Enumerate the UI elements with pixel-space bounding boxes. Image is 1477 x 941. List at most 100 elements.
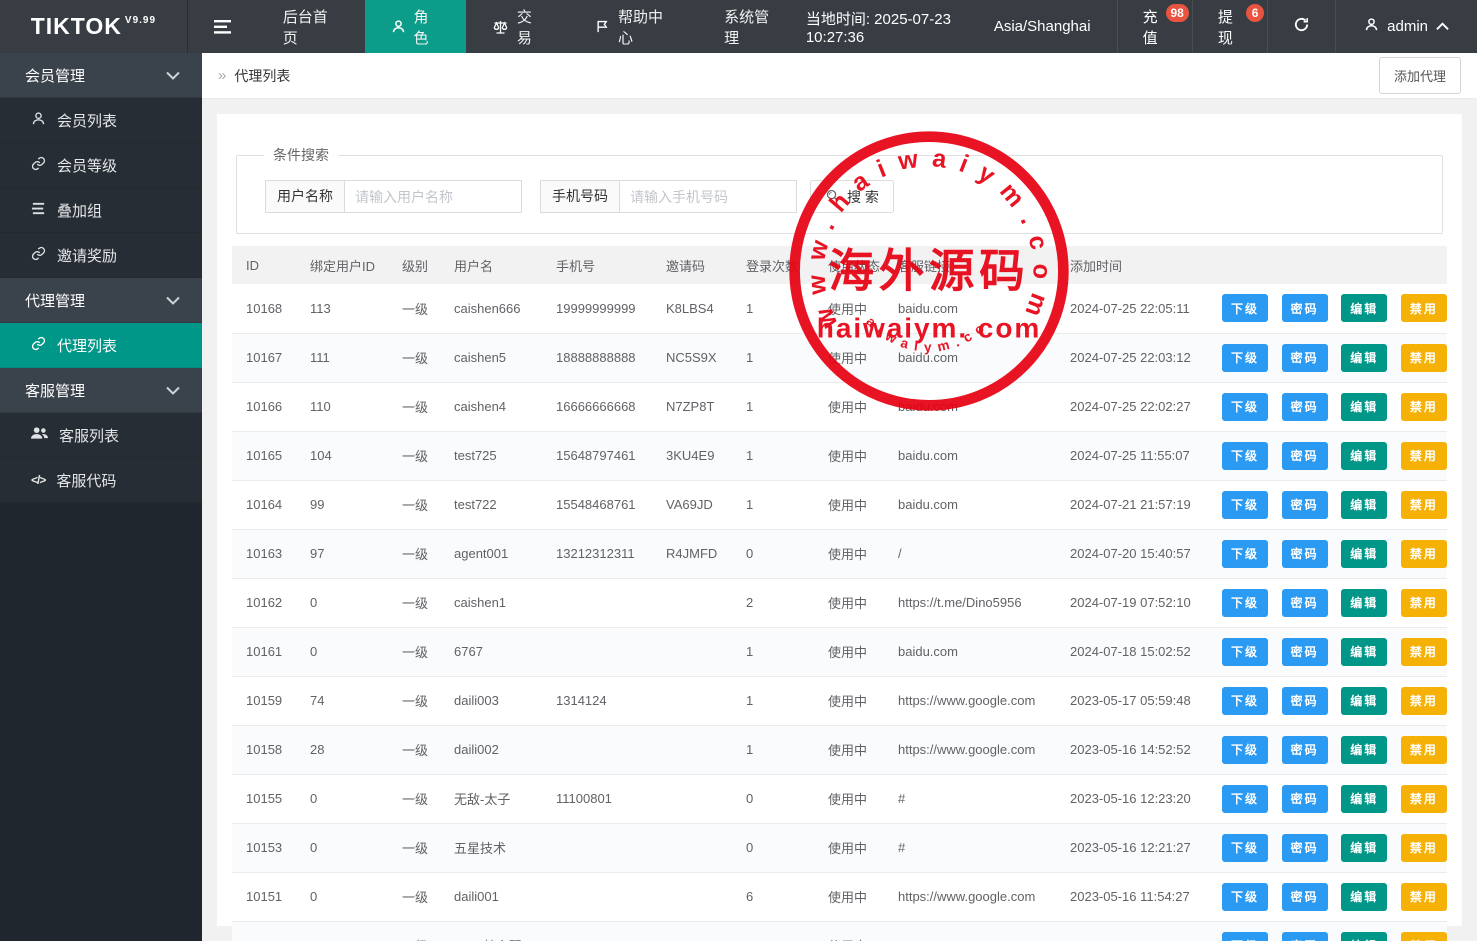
cell-created-at: 2024-07-25 22:03:12: [1056, 333, 1208, 383]
cell-id: 10165: [232, 431, 296, 481]
sub-agent-button[interactable]: 下级: [1222, 588, 1268, 617]
recharge-button[interactable]: 充值 98: [1116, 0, 1192, 53]
disable-button[interactable]: 禁用: [1400, 686, 1447, 715]
password-button[interactable]: 密码: [1281, 686, 1328, 715]
edit-button[interactable]: 编辑: [1341, 637, 1388, 666]
disable-button[interactable]: 禁用: [1400, 784, 1447, 813]
password-button[interactable]: 密码: [1281, 931, 1328, 941]
password-button[interactable]: 密码: [1281, 441, 1328, 470]
edit-button[interactable]: 编辑: [1341, 539, 1388, 568]
disable-button[interactable]: 禁用: [1400, 343, 1447, 372]
edit-button[interactable]: 编辑: [1341, 392, 1388, 421]
chevron-down-icon: [166, 67, 180, 84]
cell-bind-user-id: 0: [296, 578, 388, 628]
edit-button[interactable]: 编辑: [1341, 294, 1388, 323]
password-button[interactable]: 密码: [1281, 735, 1328, 764]
sidebar-item-label: 叠加组: [57, 202, 103, 220]
username-input[interactable]: [344, 180, 522, 213]
sub-agent-button[interactable]: 下级: [1222, 931, 1268, 941]
sub-agent-button[interactable]: 下级: [1222, 784, 1268, 813]
edit-button[interactable]: 编辑: [1341, 931, 1388, 941]
sidebar-item-service-code[interactable]: </> 客服代码: [0, 458, 202, 503]
sidebar-group-members[interactable]: 会员管理: [0, 53, 202, 98]
agent-list-card: 条件搜索 用户名称 手机号码 搜 索: [217, 114, 1462, 941]
phone-input[interactable]: [619, 180, 797, 213]
sub-agent-button[interactable]: 下级: [1222, 441, 1268, 470]
password-button[interactable]: 密码: [1281, 490, 1328, 519]
disable-button[interactable]: 禁用: [1400, 735, 1447, 764]
disable-button[interactable]: 禁用: [1400, 833, 1447, 862]
edit-button[interactable]: 编辑: [1341, 735, 1388, 764]
cell-service-link: https://www.google.com: [884, 872, 1056, 922]
cell-username: daili001: [440, 872, 542, 922]
disable-button[interactable]: 禁用: [1400, 490, 1447, 519]
disable-button[interactable]: 禁用: [1400, 294, 1447, 323]
admin-menu[interactable]: admin: [1335, 0, 1477, 53]
edit-button[interactable]: 编辑: [1341, 686, 1388, 715]
disable-button[interactable]: 禁用: [1400, 392, 1447, 421]
sidebar-item-stack-group[interactable]: 叠加组: [0, 188, 202, 233]
password-button[interactable]: 密码: [1281, 833, 1328, 862]
password-button[interactable]: 密码: [1281, 343, 1328, 372]
edit-button[interactable]: 编辑: [1341, 784, 1388, 813]
local-time: 当地时间: 2025-07-23 10:27:36: [805, 10, 951, 46]
cell-invite-code: [652, 627, 732, 677]
nav-item-home[interactable]: 后台首页: [257, 0, 365, 53]
sub-agent-button[interactable]: 下级: [1222, 686, 1268, 715]
password-button[interactable]: 密码: [1281, 539, 1328, 568]
main-area: » 代理列表 添加代理 条件搜索 用户名称 手机号码: [202, 53, 1477, 941]
password-button[interactable]: 密码: [1281, 294, 1328, 323]
sub-agent-button[interactable]: 下级: [1222, 490, 1268, 519]
sub-agent-button[interactable]: 下级: [1222, 539, 1268, 568]
nav-item-label: 角色: [413, 8, 429, 47]
password-button[interactable]: 密码: [1281, 784, 1328, 813]
sub-agent-button[interactable]: 下级: [1222, 735, 1268, 764]
edit-button[interactable]: 编辑: [1341, 441, 1388, 470]
cell-username: caishen5: [440, 333, 542, 383]
disable-button[interactable]: 禁用: [1400, 588, 1447, 617]
disable-button[interactable]: 禁用: [1400, 882, 1447, 911]
search-button[interactable]: 搜 索: [810, 180, 894, 213]
password-button[interactable]: 密码: [1281, 882, 1328, 911]
nav-item-system[interactable]: 系统管理: [698, 0, 806, 53]
password-button[interactable]: 密码: [1281, 392, 1328, 421]
sidebar-item-member-level[interactable]: 会员等级: [0, 143, 202, 188]
disable-button[interactable]: 禁用: [1400, 539, 1447, 568]
nav-item-trade[interactable]: 交易: [466, 0, 569, 53]
edit-button[interactable]: 编辑: [1341, 882, 1388, 911]
cell-id: 10159: [232, 676, 296, 726]
sub-agent-button[interactable]: 下级: [1222, 882, 1268, 911]
sub-agent-button[interactable]: 下级: [1222, 637, 1268, 666]
sidebar-group-agents[interactable]: 代理管理: [0, 278, 202, 323]
edit-button[interactable]: 编辑: [1341, 490, 1388, 519]
nav-item-roles[interactable]: 角色: [364, 0, 466, 53]
sub-agent-button[interactable]: 下级: [1222, 833, 1268, 862]
disable-button[interactable]: 禁用: [1400, 441, 1447, 470]
sidebar-item-member-list[interactable]: 会员列表: [0, 98, 202, 143]
column-header: [1208, 246, 1447, 284]
sidebar-item-agent-list[interactable]: 代理列表: [0, 323, 202, 368]
edit-button[interactable]: 编辑: [1341, 343, 1388, 372]
sidebar-toggle-button[interactable]: [188, 0, 257, 53]
sub-agent-button[interactable]: 下级: [1222, 294, 1268, 323]
cell-status: 使用中: [814, 480, 884, 530]
sidebar-item-invite-reward[interactable]: 邀请奖励: [0, 233, 202, 278]
add-agent-button[interactable]: 添加代理: [1378, 57, 1461, 94]
disable-button[interactable]: 禁用: [1400, 637, 1447, 666]
sub-agent-button[interactable]: 下级: [1222, 392, 1268, 421]
sidebar-item-service-list[interactable]: 客服列表: [0, 413, 202, 458]
withdraw-button[interactable]: 提现 6: [1191, 0, 1267, 53]
admin-label: admin: [1387, 18, 1428, 35]
password-button[interactable]: 密码: [1281, 588, 1328, 617]
edit-button[interactable]: 编辑: [1341, 588, 1388, 617]
disable-button[interactable]: 禁用: [1400, 931, 1447, 941]
password-button[interactable]: 密码: [1281, 637, 1328, 666]
refresh-button[interactable]: [1267, 0, 1335, 53]
cell-username: 无敌-太子: [440, 774, 542, 824]
search-panel: 条件搜索 用户名称 手机号码 搜 索: [236, 145, 1443, 234]
sidebar-group-service[interactable]: 客服管理: [0, 368, 202, 413]
nav-item-help-center[interactable]: 帮助中心: [569, 0, 698, 53]
edit-button[interactable]: 编辑: [1341, 833, 1388, 862]
cell-phone: 16666666668: [542, 382, 652, 432]
sub-agent-button[interactable]: 下级: [1222, 343, 1268, 372]
